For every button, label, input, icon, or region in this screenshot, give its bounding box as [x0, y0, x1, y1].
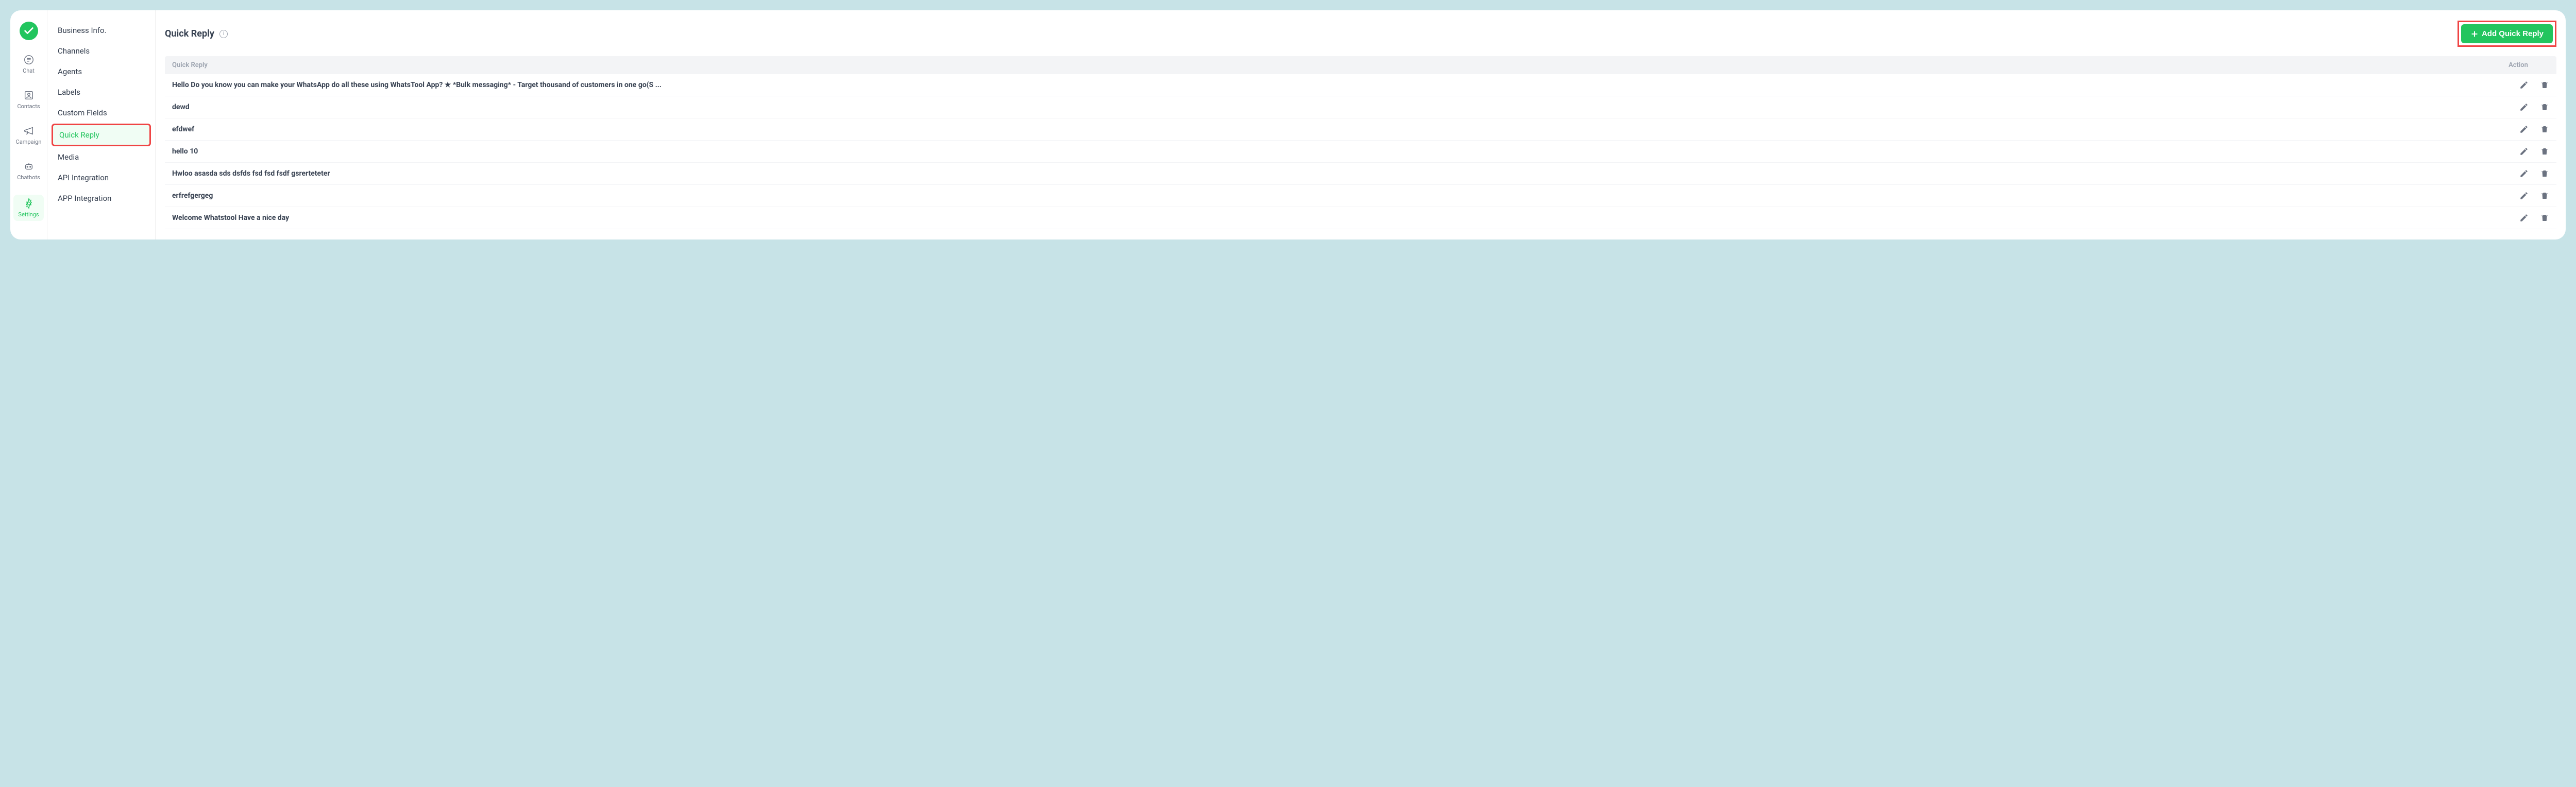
- table-header: Quick Reply Action: [165, 56, 2556, 74]
- plus-icon: [2470, 30, 2479, 38]
- edit-button[interactable]: [2519, 125, 2529, 134]
- row-actions: [2487, 169, 2549, 178]
- edit-button[interactable]: [2519, 191, 2529, 200]
- table-row: dewd: [165, 96, 2556, 118]
- pencil-icon: [2519, 191, 2529, 200]
- sidebar-icon-label: Chat: [23, 67, 35, 74]
- app-container: Chat Contacts Campaign Chatbots Settings…: [10, 10, 2566, 239]
- info-icon[interactable]: i: [219, 30, 228, 38]
- contacts-icon: [23, 90, 35, 101]
- pencil-icon: [2519, 125, 2529, 134]
- table-row: Hello Do you know you can make your What…: [165, 74, 2556, 96]
- row-actions: [2487, 147, 2549, 156]
- row-text: efdwef: [172, 125, 2487, 133]
- table-body: Hello Do you know you can make your What…: [165, 74, 2556, 229]
- chat-icon: [23, 54, 35, 65]
- pencil-icon: [2519, 147, 2529, 156]
- main-content: Quick Reply i Add Quick Reply Quick Repl…: [156, 10, 2566, 239]
- table-row: efdwef: [165, 118, 2556, 141]
- trash-icon: [2540, 102, 2549, 112]
- row-actions: [2487, 191, 2549, 200]
- edit-button[interactable]: [2519, 80, 2529, 90]
- table-row: hello 10: [165, 141, 2556, 163]
- delete-button[interactable]: [2540, 80, 2549, 90]
- edit-button[interactable]: [2519, 169, 2529, 178]
- nav-labels[interactable]: Labels: [52, 82, 151, 102]
- checkmark-icon: [23, 25, 35, 37]
- table-row: erfrefgergeg: [165, 185, 2556, 207]
- settings-nav: Business Info. Channels Agents Labels Cu…: [47, 10, 156, 239]
- content-header: Quick Reply i Add Quick Reply: [165, 21, 2556, 47]
- add-quick-reply-button[interactable]: Add Quick Reply: [2461, 24, 2553, 43]
- delete-button[interactable]: [2540, 125, 2549, 134]
- icon-sidebar: Chat Contacts Campaign Chatbots Settings: [10, 10, 47, 239]
- header-quick-reply: Quick Reply: [172, 61, 2487, 69]
- edit-button[interactable]: [2519, 147, 2529, 156]
- robot-icon: [23, 161, 35, 172]
- header-action: Action: [2487, 61, 2549, 69]
- row-actions: [2487, 80, 2549, 90]
- gear-icon: [23, 198, 35, 209]
- row-actions: [2487, 125, 2549, 134]
- sidebar-icon-chatbots[interactable]: Chatbots: [10, 159, 47, 182]
- nav-quick-reply[interactable]: Quick Reply: [52, 124, 151, 146]
- trash-icon: [2540, 191, 2549, 200]
- edit-button[interactable]: [2519, 102, 2529, 112]
- nav-custom-fields[interactable]: Custom Fields: [52, 103, 151, 123]
- sidebar-icon-chat[interactable]: Chat: [10, 53, 47, 76]
- delete-button[interactable]: [2540, 213, 2549, 223]
- row-actions: [2487, 213, 2549, 223]
- pencil-icon: [2519, 169, 2529, 178]
- delete-button[interactable]: [2540, 147, 2549, 156]
- row-text: Hello Do you know you can make your What…: [172, 81, 2487, 89]
- nav-channels[interactable]: Channels: [52, 41, 151, 61]
- nav-app-integration[interactable]: APP Integration: [52, 189, 151, 208]
- row-text: erfrefgergeg: [172, 192, 2487, 200]
- table-row: Hwloo asasda sds dsfds fsd fsd fsdf gsre…: [165, 163, 2556, 185]
- sidebar-icon-contacts[interactable]: Contacts: [10, 88, 47, 111]
- table-row: Welcome Whatstool Have a nice day: [165, 207, 2556, 229]
- trash-icon: [2540, 147, 2549, 156]
- nav-agents[interactable]: Agents: [52, 62, 151, 81]
- nav-business-info[interactable]: Business Info.: [52, 21, 151, 40]
- row-actions: [2487, 102, 2549, 112]
- pencil-icon: [2519, 80, 2529, 90]
- edit-button[interactable]: [2519, 213, 2529, 223]
- trash-icon: [2540, 80, 2549, 90]
- sidebar-icon-label: Campaign: [16, 139, 42, 145]
- nav-media[interactable]: Media: [52, 147, 151, 167]
- pencil-icon: [2519, 213, 2529, 223]
- add-button-highlight: Add Quick Reply: [2458, 21, 2556, 47]
- app-logo[interactable]: [20, 22, 38, 40]
- sidebar-icon-label: Chatbots: [17, 174, 40, 181]
- row-text: dewd: [172, 103, 2487, 111]
- row-text: Welcome Whatstool Have a nice day: [172, 214, 2487, 222]
- trash-icon: [2540, 213, 2549, 223]
- delete-button[interactable]: [2540, 191, 2549, 200]
- sidebar-icon-label: Contacts: [17, 103, 40, 110]
- trash-icon: [2540, 125, 2549, 134]
- megaphone-icon: [23, 125, 35, 136]
- row-text: hello 10: [172, 147, 2487, 156]
- pencil-icon: [2519, 102, 2529, 112]
- sidebar-icon-label: Settings: [18, 211, 39, 218]
- trash-icon: [2540, 169, 2549, 178]
- nav-api-integration[interactable]: API Integration: [52, 168, 151, 187]
- sidebar-icon-settings[interactable]: Settings: [13, 195, 44, 221]
- delete-button[interactable]: [2540, 102, 2549, 112]
- row-text: Hwloo asasda sds dsfds fsd fsd fsdf gsre…: [172, 169, 2487, 178]
- sidebar-icon-campaign[interactable]: Campaign: [10, 124, 47, 147]
- delete-button[interactable]: [2540, 169, 2549, 178]
- page-title: Quick Reply i: [165, 28, 228, 39]
